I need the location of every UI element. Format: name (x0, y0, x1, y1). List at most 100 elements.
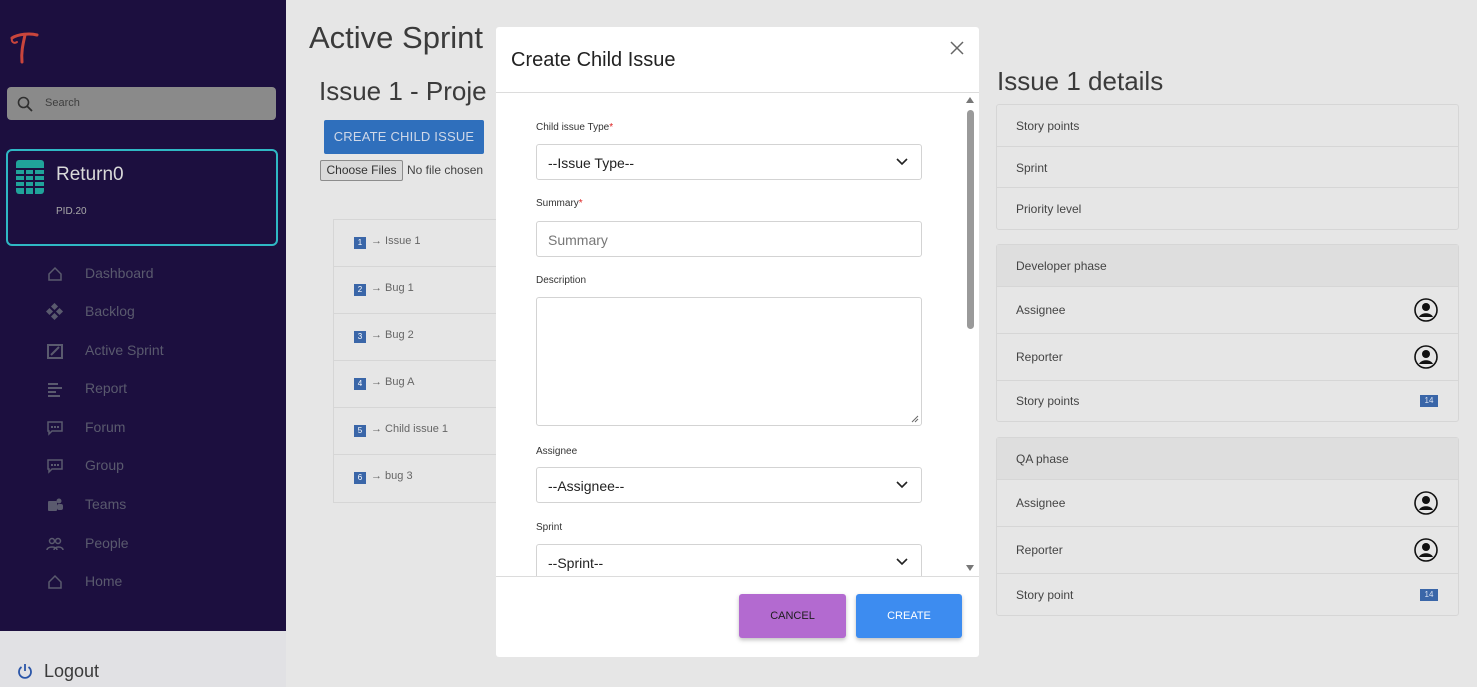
chevron-down-icon (896, 158, 908, 166)
list-item[interactable]: 4 → Bug A (334, 361, 514, 408)
power-icon (18, 664, 32, 679)
sprint-label: Sprint (536, 522, 563, 533)
user-avatar-icon[interactable] (1414, 491, 1438, 515)
detail-label: Sprint (1016, 161, 1048, 175)
sidebar-item-group[interactable]: Group (46, 454, 266, 478)
user-avatar-icon[interactable] (1414, 298, 1438, 322)
home-icon (48, 266, 62, 281)
sidebar-item-label: Group (85, 457, 124, 473)
detail-label: Story point (1016, 588, 1074, 602)
list-item[interactable]: 5 → Child issue 1 (334, 408, 514, 455)
issue-label: → Bug 1 (371, 282, 414, 294)
scroll-up-icon[interactable] (966, 97, 974, 103)
sidebar-item-label: Backlog (85, 303, 135, 319)
issue-label: → Child issue 1 (371, 423, 449, 435)
list-item[interactable]: 6 → bug 3 (334, 455, 514, 502)
issue-label: → Bug 2 (371, 329, 414, 341)
assignee-label: Assignee (536, 446, 578, 457)
chevron-down-icon (896, 481, 908, 489)
create-child-issue-modal: Create Child Issue Child issue Type* --I… (496, 27, 979, 657)
list-item[interactable]: 1 → Issue 1 (334, 220, 514, 267)
required-mark: * (609, 122, 614, 133)
user-avatar-icon[interactable] (1414, 345, 1438, 369)
issue-number-badge: 2 (354, 284, 366, 296)
sidebar: Search Return0 PID.20 Dashboard Backlog … (0, 0, 286, 687)
issue-type-label-text: Child issue Type (536, 122, 610, 133)
sidebar-item-label: Home (85, 573, 123, 589)
logout-button[interactable]: Logout (0, 631, 286, 687)
detail-row: Story points 14 (997, 381, 1458, 422)
sprint-value: --Sprint-- (548, 555, 604, 571)
issue-type-value: --Issue Type-- (548, 155, 635, 171)
sidebar-item-forum[interactable]: Forum (46, 416, 266, 440)
issue-label: → Bug A (371, 376, 415, 388)
create-button[interactable]: CREATE (856, 594, 962, 638)
footer-divider (496, 576, 979, 577)
diamond-grid-icon (46, 303, 64, 321)
developer-phase-panel: Developer phase Assignee Reporter Story … (996, 244, 1459, 422)
panel-header: Developer phase (997, 245, 1458, 287)
logout-label: Logout (44, 661, 100, 681)
detail-label: Reporter (1016, 543, 1063, 557)
resize-grip-icon[interactable] (911, 415, 919, 423)
issue-number-badge: 6 (354, 472, 366, 484)
sprint-select[interactable]: --Sprint-- (536, 544, 922, 576)
file-status: No file chosen (407, 163, 484, 177)
assignee-select[interactable]: --Assignee-- (536, 467, 922, 503)
app-logo[interactable] (8, 28, 40, 68)
scrollbar-thumb[interactable] (967, 110, 974, 329)
project-id: PID.20 (56, 206, 87, 217)
summary-label-text: Summary (536, 198, 579, 209)
close-icon[interactable] (949, 40, 965, 56)
story-points-badge: 14 (1420, 395, 1438, 407)
sidebar-item-label: Report (85, 380, 128, 396)
issue-title: Issue 1 - Proje (319, 76, 487, 106)
issue-label: → bug 3 (371, 470, 413, 482)
user-avatar-icon[interactable] (1414, 538, 1438, 562)
sidebar-item-report[interactable]: Report (46, 377, 266, 401)
issue-type-label: Child issue Type* (536, 122, 613, 133)
sidebar-item-dashboard[interactable]: Dashboard (46, 262, 266, 286)
list-item[interactable]: 2 → Bug 1 (334, 267, 514, 314)
sidebar-item-label: Teams (85, 496, 127, 512)
sidebar-item-label: Forum (85, 419, 126, 435)
detail-label: Priority level (1016, 202, 1082, 216)
required-mark: * (578, 198, 583, 209)
issue-list: 1 → Issue 1 2 → Bug 1 3 → Bug 2 4 → Bug … (333, 219, 514, 503)
detail-row: Sprint (997, 147, 1458, 188)
summary-placeholder: Summary (548, 232, 608, 248)
detail-row: Reporter (997, 334, 1458, 381)
story-points-badge: 14 (1420, 589, 1438, 601)
description-label: Description (536, 275, 587, 286)
detail-row: Assignee (997, 480, 1458, 527)
sidebar-item-teams[interactable]: Teams (46, 493, 266, 517)
qa-phase-panel: QA phase Assignee Reporter Story point 1… (996, 437, 1459, 616)
spreadsheet-icon (16, 160, 44, 194)
detail-label: Story points (1016, 394, 1080, 408)
detail-row: Story point 14 (997, 574, 1458, 616)
choose-files-button[interactable]: Choose Files (320, 160, 403, 181)
sidebar-item-home[interactable]: Home (46, 570, 266, 594)
scroll-down-icon[interactable] (966, 565, 974, 571)
project-card[interactable]: Return0 PID.20 (6, 149, 278, 246)
sidebar-item-active-sprint[interactable]: Active Sprint (46, 339, 266, 363)
search-input[interactable]: Search (7, 87, 276, 120)
issue-number-badge: 3 (354, 331, 366, 343)
home-icon (48, 574, 62, 589)
create-child-issue-button[interactable]: CREATE CHILD ISSUE (324, 120, 484, 154)
issue-number-badge: 4 (354, 378, 366, 390)
list-item[interactable]: 3 → Bug 2 (334, 314, 514, 361)
sidebar-item-label: Active Sprint (85, 342, 164, 358)
teams-icon (48, 498, 63, 511)
general-details-panel: Story points Sprint Priority level (996, 104, 1459, 230)
summary-input[interactable]: Summary (536, 221, 922, 257)
detail-label: Assignee (1016, 496, 1066, 510)
description-textarea[interactable] (536, 297, 922, 426)
chat-icon (47, 459, 63, 474)
sidebar-item-backlog[interactable]: Backlog (46, 300, 266, 324)
issue-type-select[interactable]: --Issue Type-- (536, 144, 922, 180)
cancel-button[interactable]: CANCEL (739, 594, 846, 638)
detail-row: Priority level (997, 188, 1458, 230)
sidebar-item-people[interactable]: People (46, 532, 266, 556)
panel-heading: Developer phase (1016, 259, 1107, 273)
